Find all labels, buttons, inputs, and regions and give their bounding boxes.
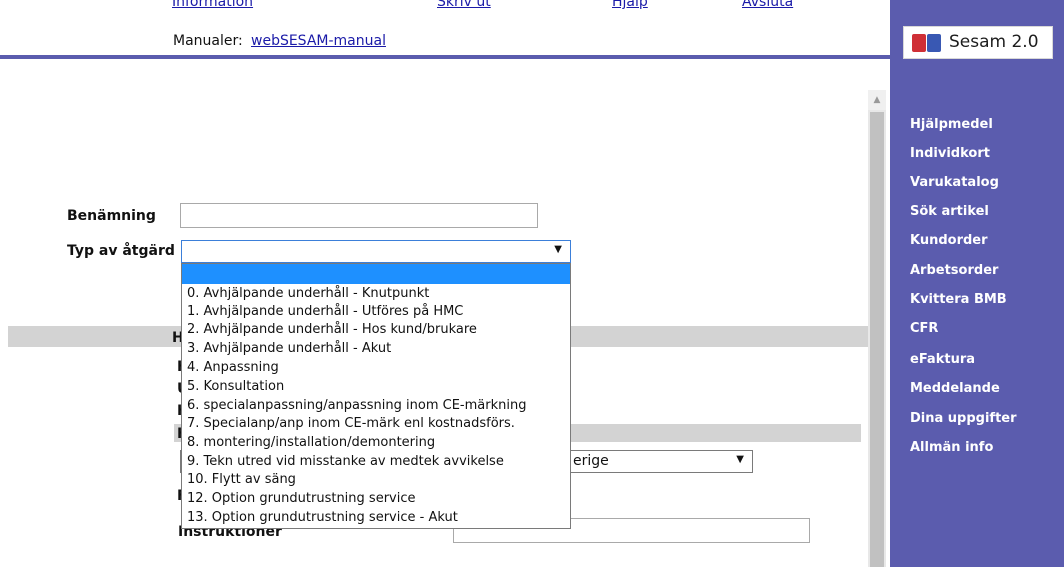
typ-av-atgard-label: Typ av åtgärd — [67, 243, 175, 259]
scroll-thumb[interactable] — [870, 112, 884, 567]
dropdown-option[interactable]: 12. Option grundutrustning service — [187, 490, 415, 508]
dropdown-option[interactable]: 5. Konsultation — [187, 378, 284, 396]
dropdown-option[interactable]: 4. Anpassning — [187, 359, 279, 377]
dropdown-option[interactable]: 3. Avhjälpande underhåll - Akut — [187, 340, 391, 358]
dropdown-option[interactable]: 6. specialanpassning/anpassning inom CE-… — [187, 397, 526, 415]
dropdown-option[interactable]: 1. Avhjälpande underhåll - Utföres på HM… — [187, 303, 463, 321]
manual-link[interactable]: webSESAM-manual — [251, 33, 386, 49]
sidebar-item-meddelande[interactable]: Meddelande — [910, 381, 1000, 396]
sidebar-item-kvittera-bmb[interactable]: Kvittera BMB — [910, 292, 1007, 307]
typ-av-atgard-dropdown-list[interactable]: 0. Avhjälpande underhåll - Knutpunkt 1. … — [181, 263, 571, 529]
header: Information Skriv ut Hjälp Avsluta Manua… — [0, 0, 890, 58]
benamning-input[interactable] — [180, 203, 538, 228]
help-link[interactable]: Hjälp — [612, 0, 648, 9]
print-link[interactable]: Skriv ut — [437, 0, 491, 9]
sidebar-item-individkort[interactable]: Individkort — [910, 146, 990, 161]
sidebar-item-kundorder[interactable]: Kundorder — [910, 233, 988, 248]
header-divider — [0, 55, 890, 59]
sidebar-item-cfr[interactable]: CFR — [910, 321, 938, 336]
dropdown-option[interactable]: 10. Flytt av säng — [187, 471, 296, 489]
manual-label: Manualer: — [173, 33, 243, 49]
chevron-down-icon: ▼ — [736, 454, 744, 465]
sidebar-item-hjalpmedel[interactable]: Hjälpmedel — [910, 117, 993, 132]
dropdown-option[interactable]: 0. Avhjälpande underhåll - Knutpunkt — [187, 285, 429, 303]
sidebar: Sesam 2.0 Hjälpmedel Individkort Varukat… — [890, 0, 1064, 567]
scroll-up-arrow-icon[interactable]: ▲ — [868, 90, 886, 110]
sidebar-item-arbetsorder[interactable]: Arbetsorder — [910, 263, 998, 278]
logo-blue-block-icon — [927, 34, 941, 52]
information-link[interactable]: Information — [172, 0, 253, 9]
logo: Sesam 2.0 — [903, 26, 1053, 59]
chevron-down-icon: ▼ — [554, 244, 562, 255]
dropdown-option[interactable]: 13. Option grundutrustning service - Aku… — [187, 509, 458, 527]
typ-av-atgard-select[interactable]: ▼ — [181, 240, 571, 263]
logout-link[interactable]: Avsluta — [742, 0, 793, 9]
dropdown-option[interactable]: 8. montering/installation/demontering — [187, 434, 435, 452]
dropdown-option-empty[interactable] — [182, 264, 570, 284]
sidebar-item-sok-artikel[interactable]: Sök artikel — [910, 204, 989, 219]
sidebar-item-varukatalog[interactable]: Varukatalog — [910, 175, 999, 190]
dropdown-option[interactable]: 2. Avhjälpande underhåll - Hos kund/bruk… — [187, 321, 477, 339]
sidebar-item-allman-info[interactable]: Allmän info — [910, 440, 993, 455]
logo-text: Sesam 2.0 — [949, 32, 1039, 52]
sidebar-item-dina-uppgifter[interactable]: Dina uppgifter — [910, 411, 1017, 426]
sidebar-item-efaktura[interactable]: eFaktura — [910, 352, 975, 367]
dropdown-option[interactable]: 9. Tekn utred vid misstanke av medtek av… — [187, 453, 504, 471]
logo-red-block-icon — [912, 34, 926, 52]
benamning-label: Benämning — [67, 208, 156, 224]
dropdown-option[interactable]: 7. Specialanp/anp inom CE-märk enl kostn… — [187, 415, 515, 433]
